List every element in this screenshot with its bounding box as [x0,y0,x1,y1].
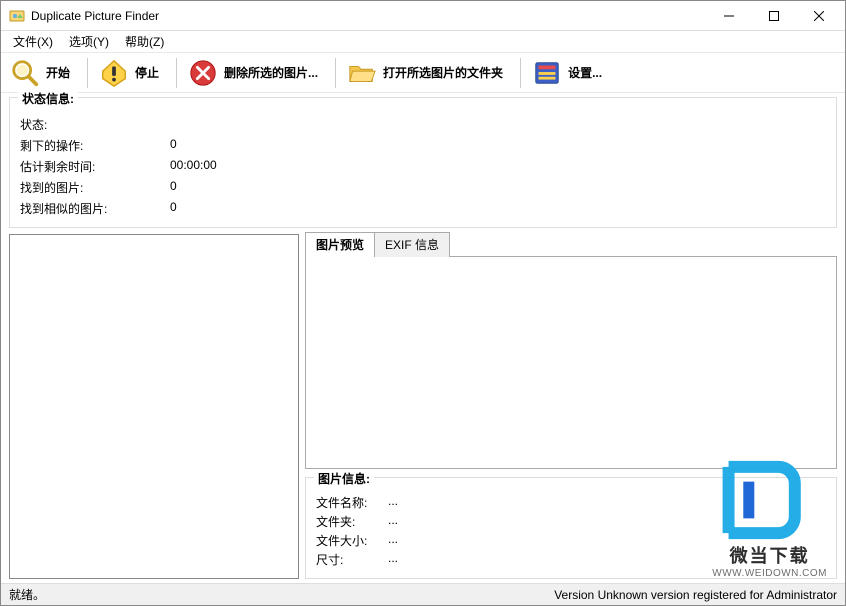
filename-label: 文件名称: [316,494,380,511]
status-group: 状态信息: 状态: 剩下的操作: 0 估计剩余时间: 00:00:00 找到的图… [9,97,837,228]
status-row-remaining-ops: 剩下的操作: 0 [20,137,826,154]
est-time-label: 估计剩余时间: [20,158,170,175]
open-folder-button[interactable]: 打开所选图片的文件夹 [344,56,512,90]
stop-button[interactable]: 停止 [96,56,168,90]
menu-options[interactable]: 选项(Y) [61,30,117,53]
folder-open-icon [347,58,377,88]
filesize-value: ... [388,532,398,549]
statusbar: 就绪。 Version Unknown version registered f… [1,583,845,605]
remaining-ops-label: 剩下的操作: [20,137,170,154]
statusbar-right: Version Unknown version registered for A… [554,588,837,602]
warning-icon [99,58,129,88]
preview-pane [305,256,837,469]
stop-label: 停止 [135,64,159,81]
toolbar-separator [520,58,521,88]
info-row-filename: 文件名称: ... [316,494,826,511]
found-pics-label: 找到的图片: [20,179,170,196]
found-similar-label: 找到相似的图片: [20,200,170,217]
tab-preview[interactable]: 图片预览 [305,232,375,257]
est-time-value: 00:00:00 [170,158,290,175]
state-value [170,116,290,133]
close-button[interactable] [796,2,841,30]
info-row-filesize: 文件大小: ... [316,532,826,549]
delete-icon [188,58,218,88]
toolbar-separator [335,58,336,88]
maximize-button[interactable] [751,2,796,30]
window-title: Duplicate Picture Finder [31,9,706,23]
info-row-dims: 尺寸: ... [316,551,826,568]
search-icon [10,58,40,88]
delete-selected-label: 删除所选的图片... [224,64,318,81]
state-label: 状态: [20,116,170,133]
settings-label: 设置... [568,64,602,81]
statusbar-left: 就绪。 [9,586,554,603]
open-folder-label: 打开所选图片的文件夹 [383,64,503,81]
menu-file[interactable]: 文件(X) [5,30,61,53]
results-list[interactable] [9,234,299,579]
titlebar: Duplicate Picture Finder [1,1,845,31]
menu-help[interactable]: 帮助(Z) [117,30,172,53]
main-area: 图片预览 EXIF 信息 图片信息: 文件名称: ... 文件夹: ... 文件… [1,230,845,583]
status-row-found-similar: 找到相似的图片: 0 [20,200,826,217]
tab-exif[interactable]: EXIF 信息 [374,232,450,257]
toolbar: 开始 停止 删除所选的图片... 打开所选图片的文件夹 设置... [1,53,845,93]
toolbar-separator [87,58,88,88]
remaining-ops-value: 0 [170,137,290,154]
info-row-folder: 文件夹: ... [316,513,826,530]
delete-selected-button[interactable]: 删除所选的图片... [185,56,327,90]
toolbar-separator [176,58,177,88]
found-similar-value: 0 [170,200,290,217]
filesize-label: 文件大小: [316,532,380,549]
app-icon [9,8,25,24]
dims-value: ... [388,551,398,568]
status-group-title: 状态信息: [18,90,78,107]
pic-info-title: 图片信息: [314,470,374,487]
status-row-found-pics: 找到的图片: 0 [20,179,826,196]
right-panel: 图片预览 EXIF 信息 图片信息: 文件名称: ... 文件夹: ... 文件… [305,234,837,579]
settings-button[interactable]: 设置... [529,56,611,90]
folder-label: 文件夹: [316,513,380,530]
folder-value: ... [388,513,398,530]
pic-info-group: 图片信息: 文件名称: ... 文件夹: ... 文件大小: ... 尺寸: .… [305,477,837,579]
found-pics-value: 0 [170,179,290,196]
status-row-state: 状态: [20,116,826,133]
status-row-est-time: 估计剩余时间: 00:00:00 [20,158,826,175]
filename-value: ... [388,494,398,511]
minimize-button[interactable] [706,2,751,30]
start-button[interactable]: 开始 [7,56,79,90]
settings-icon [532,58,562,88]
menubar: 文件(X) 选项(Y) 帮助(Z) [1,31,845,53]
dims-label: 尺寸: [316,551,380,568]
tabs: 图片预览 EXIF 信息 [305,234,837,256]
start-label: 开始 [46,64,70,81]
